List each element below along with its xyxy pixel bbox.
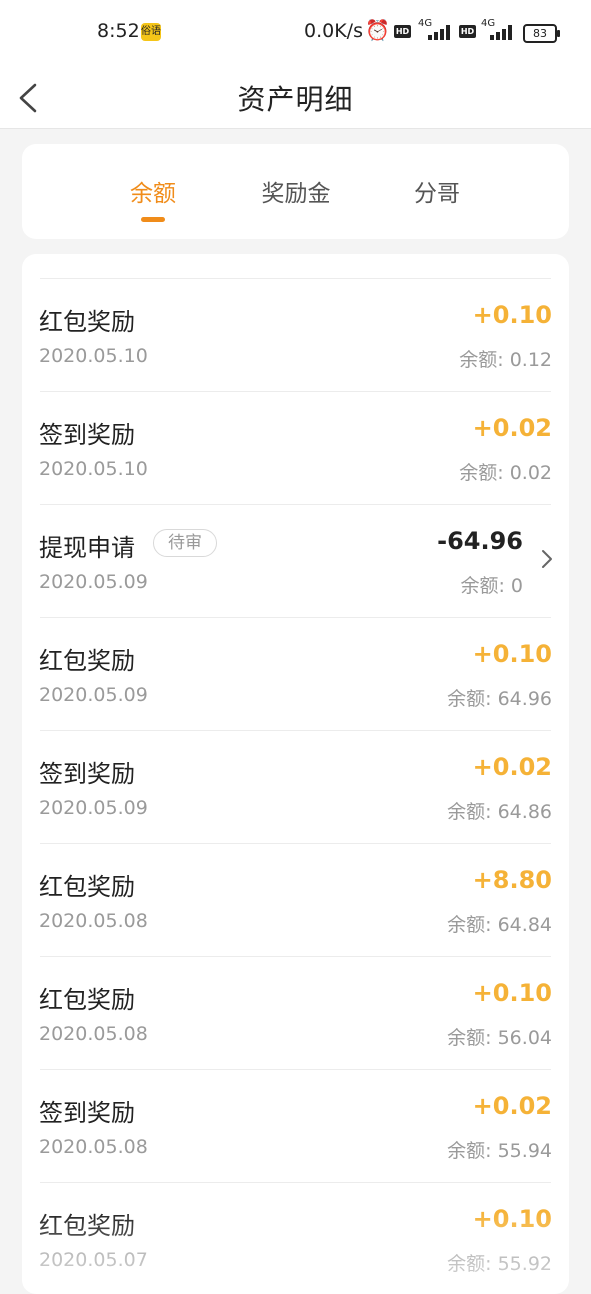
transaction-row[interactable]: 红包奖励 2020.05.08 +0.10 余额: 56.04 xyxy=(22,957,569,1070)
transaction-date: 2020.05.09 xyxy=(39,684,148,706)
transaction-balance: 余额: 64.86 xyxy=(447,801,552,823)
tab-fenge[interactable]: 分哥 xyxy=(412,174,462,208)
transaction-amount: +0.10 xyxy=(472,979,552,1007)
hd-icon: HD xyxy=(394,25,411,38)
alarm-icon: ⏰ xyxy=(365,18,390,42)
transaction-date: 2020.05.08 xyxy=(39,1023,148,1045)
transaction-row[interactable]: 红包奖励 2020.05.07 +0.10 余额: 55.92 xyxy=(22,1183,569,1294)
transaction-list: 红包奖励 2020.05.10 +0.10 余额: 0.12 签到奖励 2020… xyxy=(22,254,569,1294)
transaction-row[interactable]: 签到奖励 2020.05.08 +0.02 余额: 55.94 xyxy=(22,1070,569,1183)
status-badge: 待审 xyxy=(153,529,217,557)
transaction-date: 2020.05.10 xyxy=(39,458,148,480)
active-tab-indicator xyxy=(141,217,165,222)
transaction-title: 红包奖励 xyxy=(39,647,135,675)
nav-bar: 资产明细 xyxy=(0,64,591,129)
transaction-title: 红包奖励 xyxy=(39,1212,135,1240)
transaction-amount: +0.02 xyxy=(472,1092,552,1120)
transaction-title: 红包奖励 xyxy=(39,308,135,336)
transaction-title: 签到奖励 xyxy=(39,1099,135,1127)
signal-icon-2 xyxy=(490,24,516,40)
transaction-balance: 余额: 55.92 xyxy=(447,1253,552,1275)
transaction-amount: -64.96 xyxy=(437,527,523,555)
transaction-balance: 余额: 0.12 xyxy=(459,349,552,371)
transaction-balance: 余额: 0 xyxy=(460,575,523,597)
hd-icon-2: HD xyxy=(459,25,476,38)
transaction-amount: +0.10 xyxy=(472,640,552,668)
transaction-row[interactable]: 红包奖励 2020.05.10 +0.10 余额: 0.12 xyxy=(22,279,569,392)
transaction-row[interactable]: 签到奖励 2020.05.10 +0.02 余额: 0.02 xyxy=(22,392,569,505)
transaction-amount: +0.10 xyxy=(472,301,552,329)
page-title: 资产明细 xyxy=(237,83,354,116)
transaction-date: 2020.05.09 xyxy=(39,797,148,819)
transaction-date: 2020.05.07 xyxy=(39,1249,148,1271)
transaction-amount: +0.02 xyxy=(472,753,552,781)
transaction-title: 提现申请 xyxy=(39,534,135,562)
network-speed: 0.0K/s xyxy=(304,20,363,42)
transaction-title: 签到奖励 xyxy=(39,421,135,449)
transaction-date: 2020.05.08 xyxy=(39,910,148,932)
signal-icon xyxy=(428,24,454,40)
transaction-amount: +0.10 xyxy=(472,1205,552,1233)
transaction-balance: 余额: 64.96 xyxy=(447,688,552,710)
app-notification-icon: 俗语 xyxy=(141,23,161,41)
transaction-balance: 余额: 55.94 xyxy=(447,1140,552,1162)
chevron-right-icon xyxy=(542,550,552,568)
transaction-balance: 余额: 56.04 xyxy=(447,1027,552,1049)
transaction-date: 2020.05.09 xyxy=(39,571,148,593)
transaction-row[interactable]: 红包奖励 2020.05.08 +8.80 余额: 64.84 xyxy=(22,844,569,957)
transaction-balance: 余额: 64.84 xyxy=(447,914,552,936)
status-time: 8:52 xyxy=(97,20,140,42)
tab-balance[interactable]: 余额 xyxy=(128,174,178,208)
transaction-amount: +8.80 xyxy=(472,866,552,894)
battery-icon: 83 xyxy=(523,24,560,43)
status-bar: 8:52 俗语 0.0K/s ⏰ HD 4G HD 4G 83 xyxy=(0,0,591,64)
transaction-row[interactable]: 签到奖励 2020.05.09 +0.02 余额: 64.86 xyxy=(22,731,569,844)
transaction-date: 2020.05.10 xyxy=(39,345,148,367)
tab-reward[interactable]: 奖励金 xyxy=(258,174,334,208)
tabs-bar: 余额 奖励金 分哥 xyxy=(22,144,569,239)
transaction-row-withdrawal[interactable]: 提现申请 待审 2020.05.09 -64.96 余额: 0 xyxy=(22,505,569,618)
transaction-amount: +0.02 xyxy=(472,414,552,442)
transaction-date: 2020.05.08 xyxy=(39,1136,148,1158)
transaction-balance: 余额: 0.02 xyxy=(459,462,552,484)
transaction-title: 签到奖励 xyxy=(39,760,135,788)
transaction-title: 红包奖励 xyxy=(39,986,135,1014)
transaction-title: 红包奖励 xyxy=(39,873,135,901)
transaction-row[interactable]: 红包奖励 2020.05.09 +0.10 余额: 64.96 xyxy=(22,618,569,731)
